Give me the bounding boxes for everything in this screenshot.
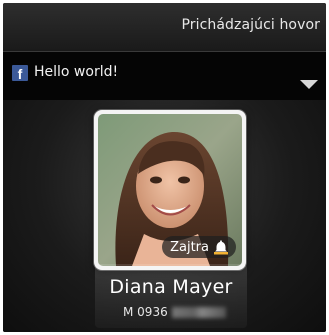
social-status-bar[interactable]: f Hello world!: [3, 51, 326, 101]
social-status-text: Hello world!: [34, 64, 119, 80]
caller-info: Diana Mayer M 0936: [95, 264, 247, 328]
bell-icon: [214, 240, 228, 255]
chevron-down-icon[interactable]: [300, 80, 318, 89]
caller-name: Diana Mayer: [109, 276, 233, 298]
reminder-label: Zajtra: [170, 239, 209, 255]
caller-area: Zajtra Diana Mayer M 0936: [3, 100, 326, 332]
caller-number-text: M 0936: [123, 305, 168, 319]
page-title: Prichádzajúci hovor: [181, 17, 320, 33]
facebook-icon: f: [12, 65, 28, 82]
contact-photo: Zajtra: [98, 114, 242, 266]
redacted-digits: [171, 306, 226, 318]
title-bar: Prichádzajúci hovor: [3, 3, 326, 51]
incoming-call-screen: Prichádzajúci hovor f Hello world! Zajtr…: [3, 3, 326, 332]
reminder-chip[interactable]: Zajtra: [162, 236, 236, 258]
caller-number: M 0936: [123, 305, 226, 319]
contact-photo-frame: Zajtra: [94, 110, 246, 270]
